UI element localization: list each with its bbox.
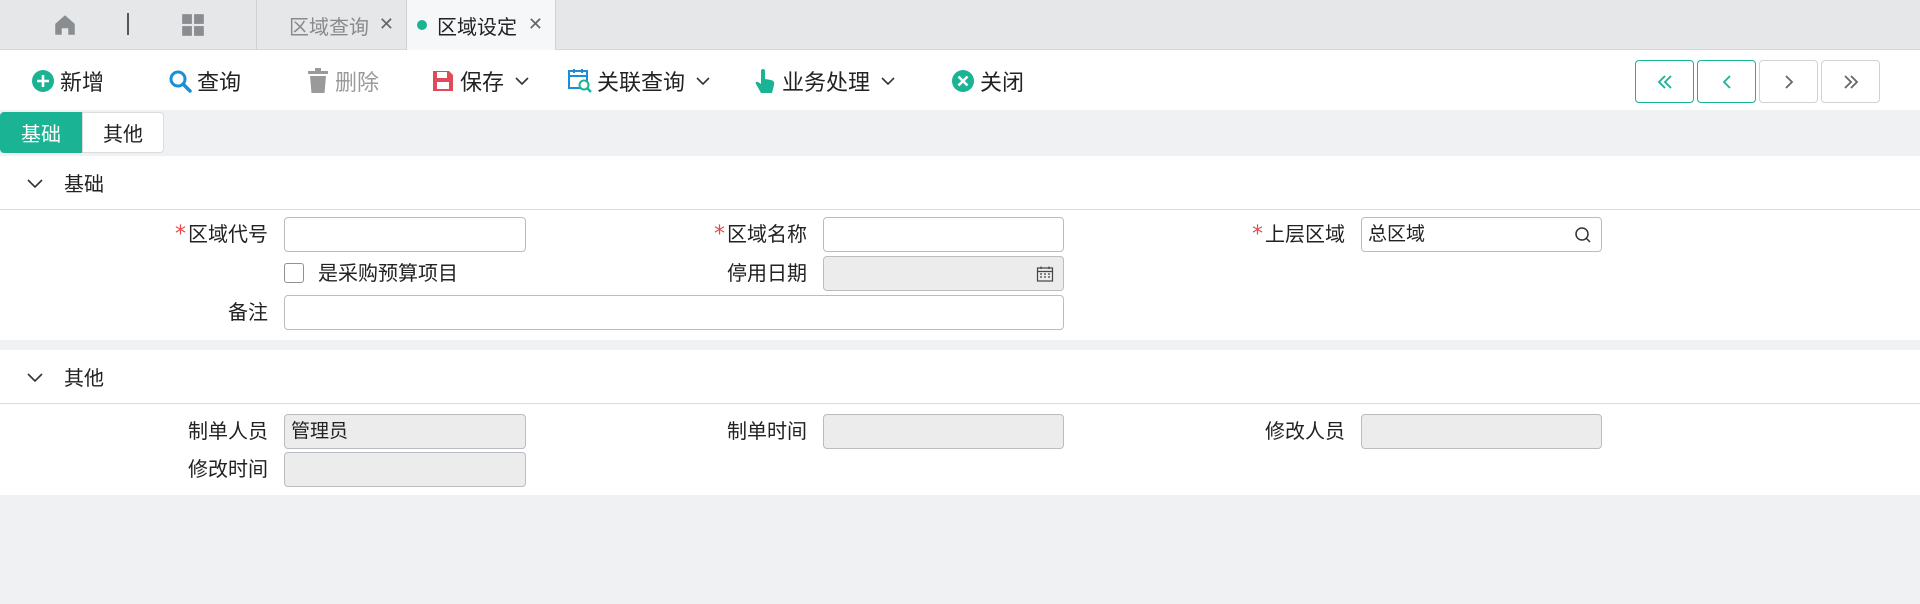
grid-icon[interactable]	[178, 10, 208, 40]
business-process-label: 业务处理	[782, 71, 871, 96]
query-button[interactable]: 查询	[167, 64, 241, 98]
chevron-down-icon[interactable]	[880, 72, 898, 90]
tab-bar-divider	[127, 13, 129, 35]
modify-time-label: 修改时间	[188, 457, 268, 481]
section-other: 其他 制单人员 管理员 制单时间 修改人员 修改时间	[0, 350, 1920, 495]
disable-date-input[interactable]	[823, 256, 1064, 291]
calendar-icon[interactable]	[1035, 264, 1055, 284]
close-label: 关闭	[980, 71, 1025, 96]
tab-region-setting[interactable]: 区域设定 ✕	[406, 0, 556, 50]
chevron-down-icon[interactable]	[26, 366, 48, 388]
delete-label: 删除	[335, 71, 380, 96]
double-chevron-right-icon	[1843, 74, 1858, 89]
active-dot-icon	[417, 20, 427, 30]
chevron-left-icon	[1722, 74, 1731, 89]
close-button[interactable]: 关闭	[950, 64, 1024, 98]
plus-circle-icon	[30, 68, 56, 94]
form-tab-base[interactable]: 基础	[0, 112, 82, 153]
tab-region-query[interactable]: 区域查询 ✕	[256, 0, 406, 50]
query-label: 查询	[197, 71, 242, 96]
calendar-search-icon	[567, 68, 593, 94]
search-icon	[167, 68, 193, 94]
purchase-budget-label: 是采购预算项目	[318, 261, 458, 285]
new-label: 新增	[60, 71, 105, 96]
section-base: 基础 * 区域代号 * 区域名称 * 上层区域 总区域 是采购预算项目 停用日期 备注	[0, 156, 1920, 340]
toolbar: 新增 查询 删除 保存 关联查询 业务处理 关闭	[0, 50, 1920, 110]
form-tab-other[interactable]: 其他	[82, 112, 164, 153]
search-icon[interactable]	[1573, 225, 1593, 245]
section-header[interactable]: 其他	[0, 350, 1920, 404]
chevron-down-icon[interactable]	[695, 72, 713, 90]
related-query-button[interactable]: 关联查询	[567, 64, 713, 98]
save-button[interactable]: 保存	[430, 64, 532, 98]
parent-region-value: 总区域	[1368, 223, 1426, 245]
disable-date-label: 停用日期	[727, 261, 807, 285]
top-tab-bar: 区域查询 ✕ 区域设定 ✕	[0, 0, 1920, 50]
double-chevron-left-icon	[1657, 74, 1672, 89]
x-circle-icon	[950, 68, 976, 94]
region-code-label: * 区域代号	[175, 222, 268, 247]
creator-label: 制单人员	[188, 419, 268, 443]
related-query-label: 关联查询	[597, 71, 686, 96]
delete-button[interactable]: 删除	[305, 64, 379, 98]
required-mark: *	[1252, 222, 1263, 247]
remark-label: 备注	[228, 300, 268, 324]
section-title: 其他	[64, 366, 104, 390]
section-header[interactable]: 基础	[0, 156, 1920, 210]
chevron-down-icon[interactable]	[26, 172, 48, 194]
region-name-label: * 区域名称	[714, 222, 807, 247]
purchase-budget-checkbox[interactable]	[284, 263, 304, 283]
close-icon[interactable]: ✕	[528, 14, 543, 35]
modifier-label: 修改人员	[1265, 419, 1345, 443]
chevron-right-icon	[1784, 74, 1793, 89]
create-time-label: 制单时间	[727, 419, 807, 443]
chevron-down-icon[interactable]	[514, 72, 532, 90]
prev-record-button[interactable]	[1697, 60, 1756, 103]
required-mark: *	[714, 222, 725, 247]
last-record-button[interactable]	[1821, 60, 1880, 103]
form-tabs: 基础 其他	[0, 112, 164, 154]
tab-label: 区域查询	[289, 14, 369, 39]
parent-region-input[interactable]: 总区域	[1361, 217, 1602, 252]
floppy-icon	[430, 68, 456, 94]
close-icon[interactable]: ✕	[379, 14, 394, 35]
section-title: 基础	[64, 172, 104, 196]
tab-label: 区域设定	[437, 14, 517, 39]
trash-icon	[305, 68, 331, 94]
modifier-input[interactable]	[1361, 414, 1602, 449]
create-time-input[interactable]	[823, 414, 1064, 449]
pointer-hand-icon	[752, 68, 778, 94]
modify-time-input[interactable]	[284, 452, 526, 487]
parent-region-label: * 上层区域	[1252, 222, 1345, 247]
region-code-input[interactable]	[284, 217, 526, 252]
required-mark: *	[175, 222, 186, 247]
new-button[interactable]: 新增	[30, 64, 104, 98]
save-label: 保存	[460, 71, 505, 96]
remark-input[interactable]	[284, 295, 1064, 330]
home-icon[interactable]	[50, 10, 80, 40]
region-name-input[interactable]	[823, 217, 1064, 252]
next-record-button[interactable]	[1759, 60, 1818, 103]
creator-input[interactable]: 管理员	[284, 414, 526, 449]
first-record-button[interactable]	[1635, 60, 1694, 103]
business-process-button[interactable]: 业务处理	[752, 64, 898, 98]
